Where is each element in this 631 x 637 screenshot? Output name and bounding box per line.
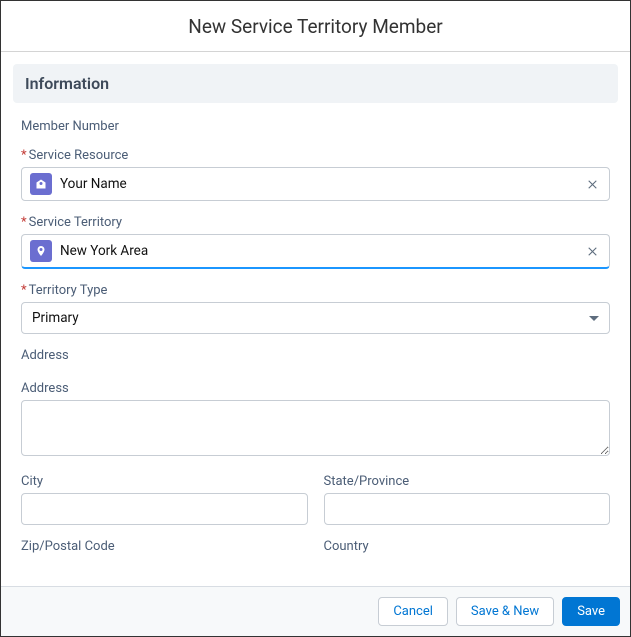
clear-service-resource[interactable] xyxy=(583,175,601,193)
select-territory-type-value: Primary xyxy=(32,310,79,326)
field-address: Address xyxy=(13,381,618,460)
form-content: Information Member Number Service Resour… xyxy=(1,52,630,592)
label-zip: Zip/Postal Code xyxy=(21,539,308,554)
label-state: State/Province xyxy=(324,474,611,489)
chevron-down-icon xyxy=(589,316,599,321)
save-button[interactable]: Save xyxy=(562,597,620,626)
cancel-button[interactable]: Cancel xyxy=(378,597,448,626)
field-service-territory: Service Territory New York Area xyxy=(13,215,618,269)
input-state[interactable] xyxy=(324,493,611,525)
select-territory-type[interactable]: Primary xyxy=(21,302,610,334)
resource-icon xyxy=(30,173,52,195)
label-service-territory: Service Territory xyxy=(21,215,610,230)
field-territory-type: Territory Type Primary xyxy=(13,283,618,334)
field-city: City xyxy=(21,474,308,525)
row-city-state: City State/Province xyxy=(13,474,618,525)
label-city: City xyxy=(21,474,308,489)
modal-title: New Service Territory Member xyxy=(1,1,630,52)
modal-footer: Cancel Save & New Save xyxy=(1,586,630,636)
address-section-label: Address xyxy=(13,348,618,363)
lookup-service-territory-value: New York Area xyxy=(60,243,583,259)
save-and-new-button[interactable]: Save & New xyxy=(456,597,554,626)
field-state: State/Province xyxy=(324,474,611,525)
label-territory-type: Territory Type xyxy=(21,283,610,298)
row-zip-country: Zip/Postal Code Country xyxy=(13,539,618,558)
section-information: Information xyxy=(13,64,618,103)
label-member-number: Member Number xyxy=(21,119,610,134)
lookup-service-territory[interactable]: New York Area xyxy=(21,234,610,269)
lookup-service-resource-value: Your Name xyxy=(60,176,583,192)
clear-service-territory[interactable] xyxy=(583,242,601,260)
field-service-resource: Service Resource Your Name xyxy=(13,148,618,201)
territory-icon xyxy=(30,240,52,262)
lookup-service-resource[interactable]: Your Name xyxy=(21,167,610,201)
field-country: Country xyxy=(324,539,611,558)
field-member-number: Member Number xyxy=(13,119,618,134)
field-zip: Zip/Postal Code xyxy=(21,539,308,558)
input-city[interactable] xyxy=(21,493,308,525)
label-address: Address xyxy=(21,381,610,396)
label-country: Country xyxy=(324,539,611,554)
textarea-address[interactable] xyxy=(21,400,610,456)
label-service-resource: Service Resource xyxy=(21,148,610,163)
